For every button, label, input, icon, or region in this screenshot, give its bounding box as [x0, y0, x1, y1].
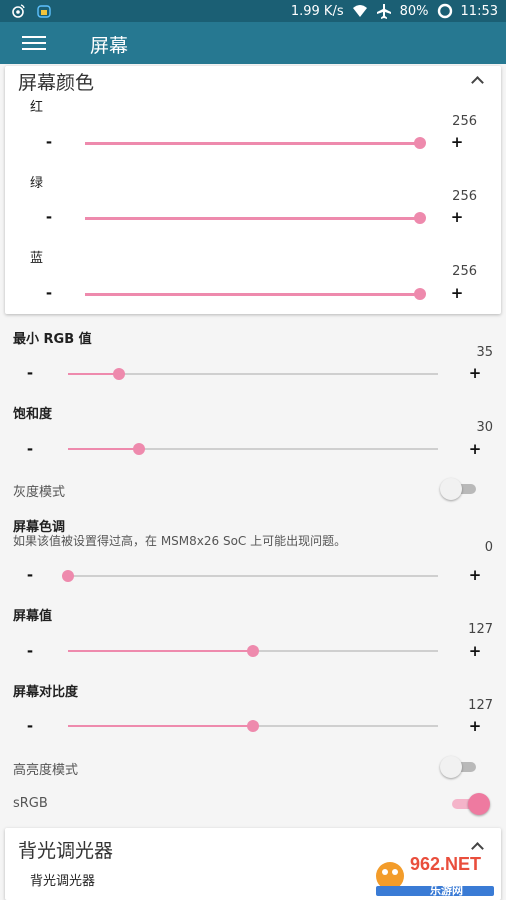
saturation-plus-button[interactable]: + [467, 440, 483, 458]
status-bar: 1.99 K/s 80% 11:53 [0, 0, 506, 22]
blue-slider[interactable] [85, 288, 426, 300]
network-speed: 1.99 K/s [290, 3, 344, 19]
collapse-chevron-icon[interactable] [471, 840, 483, 852]
min-rgb-slider-fill [68, 373, 119, 375]
watermark-brand: 962.NET [410, 854, 482, 874]
backlight-dimmer-item[interactable]: 背光调光器 [30, 870, 95, 889]
battery-ring-icon [437, 3, 452, 19]
saturation-slider-fill [68, 448, 140, 450]
contrast-label: 屏幕对比度 [13, 685, 79, 700]
wifi-icon [352, 5, 367, 17]
weibo-icon [12, 4, 25, 18]
blue-label: 蓝 [30, 251, 44, 266]
screen-value-label: 屏幕值 [13, 609, 53, 624]
min-rgb-slider-thumb[interactable] [112, 368, 125, 380]
switch-knob [440, 756, 462, 778]
blue-plus-button[interactable]: + [449, 284, 465, 302]
min-rgb-label: 最小 RGB 值 [13, 332, 92, 347]
high-brightness-mode-switch[interactable] [440, 756, 480, 778]
clock: 11:53 [460, 3, 498, 19]
switch-knob [468, 793, 490, 815]
battery-percent: 80% [399, 3, 429, 19]
blue-value: 256 [452, 264, 477, 279]
contrast-slider-thumb[interactable] [247, 720, 259, 732]
watermark-logo: 962.NET 乐游网 [370, 852, 500, 897]
saturation-label: 饱和度 [13, 407, 53, 422]
contrast-value: 127 [468, 698, 493, 713]
card-title: 屏幕颜色 [18, 72, 95, 94]
screen-hue-value: 0 [484, 540, 493, 555]
red-value: 256 [452, 114, 477, 129]
menu-icon[interactable] [22, 34, 46, 52]
red-minus-button[interactable]: - [41, 133, 57, 151]
screen-value-slider-thumb[interactable] [247, 645, 259, 657]
screen-value-value: 127 [468, 622, 493, 637]
green-slider[interactable] [85, 212, 426, 224]
screen-hue-plus-button[interactable]: + [467, 566, 483, 584]
screen-hue-slider-thumb[interactable] [62, 570, 74, 582]
min-rgb-minus-button[interactable]: - [22, 364, 38, 382]
switch-knob [440, 478, 462, 500]
saturation-slider[interactable] [68, 443, 438, 455]
saturation-minus-button[interactable]: - [22, 440, 38, 458]
contrast-minus-button[interactable]: - [22, 717, 38, 735]
red-plus-button[interactable]: + [449, 133, 465, 151]
red-slider-thumb[interactable] [414, 137, 426, 149]
saturation-slider-thumb[interactable] [133, 443, 146, 455]
collapse-chevron-icon[interactable] [471, 74, 483, 86]
blue-slider-fill [85, 293, 420, 296]
green-slider-thumb[interactable] [414, 212, 426, 224]
green-value: 256 [452, 189, 477, 204]
min-rgb-plus-button[interactable]: + [467, 364, 483, 382]
grayscale-mode-label: 灰度模式 [13, 485, 66, 500]
screen-value-minus-button[interactable]: - [22, 642, 38, 660]
green-slider-fill [85, 217, 420, 220]
screen-hue-label: 屏幕色调 [13, 520, 66, 535]
green-label: 绿 [30, 176, 44, 191]
page-title: 屏幕 [90, 35, 129, 57]
red-label: 红 [30, 100, 44, 115]
contrast-plus-button[interactable]: + [467, 717, 483, 735]
app-notification-icon [37, 5, 51, 18]
app-bar: 屏幕 [0, 22, 506, 64]
screen-hue-description: 如果该值被设置得过高，在 MSM8x26 SoC 上可能出现问题。 [13, 534, 347, 548]
screen-value-plus-button[interactable]: + [467, 642, 483, 660]
green-minus-button[interactable]: - [41, 208, 57, 226]
min-rgb-slider[interactable] [68, 368, 438, 380]
screen-hue-minus-button[interactable]: - [22, 566, 38, 584]
green-plus-button[interactable]: + [449, 208, 465, 226]
airplane-mode-icon [376, 4, 391, 19]
grayscale-mode-switch[interactable] [440, 478, 480, 500]
screen-value-slider-fill [68, 650, 253, 652]
screen-value-slider[interactable] [68, 645, 438, 657]
srgb-switch[interactable] [448, 793, 490, 815]
blue-minus-button[interactable]: - [41, 284, 57, 302]
high-brightness-mode-label: 高亮度模式 [13, 763, 79, 778]
min-rgb-value: 35 [476, 345, 493, 360]
card-title: 背光调光器 [18, 840, 114, 862]
blue-slider-thumb[interactable] [414, 288, 426, 300]
saturation-value: 30 [476, 420, 493, 435]
srgb-label: sRGB [13, 796, 48, 811]
contrast-slider-fill [68, 725, 253, 727]
screen-hue-slider[interactable] [62, 570, 438, 582]
red-slider-fill [85, 142, 420, 145]
contrast-slider[interactable] [68, 720, 438, 732]
watermark-sub: 乐游网 [430, 884, 463, 897]
screen-color-card: 屏幕颜色 红 256 - + 绿 256 - + 蓝 256 - + [5, 66, 501, 314]
red-slider[interactable] [85, 137, 426, 149]
